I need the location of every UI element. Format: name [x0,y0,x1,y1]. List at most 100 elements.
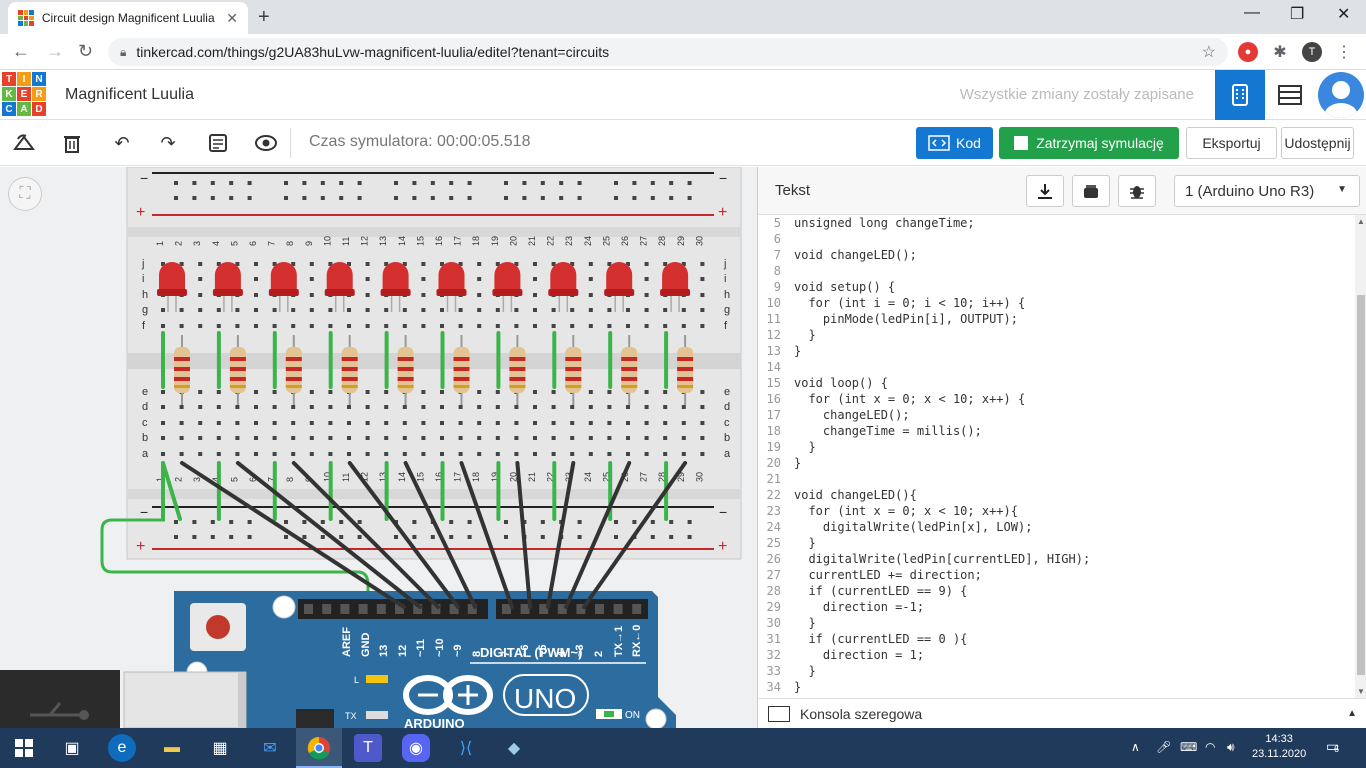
notes-icon[interactable] [206,132,230,154]
volume-icon[interactable]: 🔊︎ [1227,740,1235,755]
code-line[interactable]: 34} [758,679,1355,695]
scroll-up-icon[interactable]: ▲ [1357,217,1365,226]
code-scrollbar[interactable]: ▲ ▼ [1355,215,1366,698]
code-line[interactable]: 27 currentLED += direction; [758,567,1355,583]
code-line[interactable]: 20} [758,455,1355,471]
windows-start-icon[interactable] [10,734,38,762]
code-line[interactable]: 16 for (int x = 0; x < 10; x++) { [758,391,1355,407]
minimize-icon[interactable]: — [1244,4,1260,22]
scroll-down-icon[interactable]: ▼ [1357,687,1365,696]
microphone-icon[interactable]: 🎤︎ [1156,740,1171,754]
export-button[interactable]: Eksportuj [1186,127,1277,159]
browser-tab[interactable]: Circuit design Magnificent Luulia ✕ [8,2,248,34]
chrome-icon[interactable] [305,734,333,762]
code-line[interactable]: 31 if (currentLED == 0 ){ [758,631,1355,647]
forward-icon[interactable]: → [46,41,64,62]
code-line[interactable]: 11 pinMode(ledPin[i], OUTPUT); [758,311,1355,327]
code-line[interactable]: 32 direction = 1; [758,647,1355,663]
profile-avatar[interactable]: T [1302,42,1322,62]
download-icon[interactable] [1026,175,1064,207]
reset-button-cap[interactable] [206,615,230,639]
code-line[interactable]: 25 } [758,535,1355,551]
share-button[interactable]: Udostępnij [1281,127,1354,159]
code-line[interactable]: 30 } [758,615,1355,631]
device-select[interactable]: 1 (Arduino Uno R3) ▼ [1174,175,1360,207]
code-button[interactable]: Kod [916,127,993,159]
redo-icon[interactable]: ↷ [156,132,180,154]
breadboard-hole [179,452,184,456]
pin-label: AREF [341,627,353,657]
vscode-icon[interactable]: ⟩⟨ [452,734,480,762]
code-line[interactable]: 18 changeTime = millis(); [758,423,1355,439]
tinkercad-logo[interactable]: TIN KER CAD [2,72,46,118]
file-explorer-icon[interactable]: ▬ [158,734,186,762]
circuit-canvas[interactable]: ⛶ − − + + − − + + 1122334455667788991010… [0,167,757,728]
code-line[interactable]: 7 void changeLED(); [758,247,1355,263]
omnibox[interactable]: 🔒︎ tinkercad.com/things/g2UA83huLvw-magn… [108,38,1228,66]
wifi-icon[interactable]: ◠ [1205,740,1215,754]
input-method-icon[interactable]: ⌨ [1180,740,1197,754]
app-icon[interactable]: ◆ [500,734,528,762]
restore-icon[interactable]: ❐ [1290,4,1304,24]
library-icon[interactable] [1072,175,1110,207]
scrollbar-thumb[interactable] [1357,295,1365,675]
code-line[interactable]: 22 void changeLED(){ [758,487,1355,503]
code-line[interactable]: 5 unsigned long changeTime; [758,215,1355,231]
code-line[interactable]: 14 [758,359,1355,375]
code-line[interactable]: 23 for (int x = 0; x < 10; x++){ [758,503,1355,519]
circuit-view-button[interactable] [1215,70,1265,120]
delete-icon[interactable] [60,132,84,154]
task-view-icon[interactable]: ▣ [58,734,86,762]
visibility-eye-icon[interactable] [254,132,278,154]
tray-chevron-up-icon[interactable]: ∧ [1131,740,1140,754]
edge-icon[interactable]: e [108,734,136,762]
code-line[interactable]: 19 } [758,439,1355,455]
code-line[interactable]: 21 [758,471,1355,487]
rotate-icon[interactable] [12,132,36,154]
code-line[interactable]: 6 [758,231,1355,247]
browser-menu-icon[interactable]: ⋮ [1334,42,1354,62]
project-name[interactable]: Magnificent Luulia [65,86,194,104]
reload-icon[interactable]: ↻ [78,41,93,62]
breadboard-hole [440,405,444,409]
back-icon[interactable]: ← [12,41,30,62]
code-line[interactable]: 24 digitalWrite(ledPin[x], LOW); [758,519,1355,535]
code-editor[interactable]: 5 unsigned long changeTime; 6 7 void changeL… [758,215,1355,698]
code-line[interactable]: 9 void setup() { [758,279,1355,295]
user-avatar[interactable] [1318,72,1364,118]
extensions-puzzle-icon[interactable]: ✱ [1270,42,1290,62]
notifications-icon[interactable]: ▭ 6 [1326,738,1339,755]
component-list-button[interactable] [1265,70,1315,120]
stop-simulation-button[interactable]: Zatrzymaj symulację [999,127,1179,159]
tab-close-icon[interactable]: ✕ [226,10,238,27]
arduino-uno[interactable]: AREF GND 13 12 ~11 ~10 ~9 8 7 ~6 ~5 4 ~3 2 TX→1 RX←0 DI… [174,591,676,728]
code-line[interactable]: 8 [758,263,1355,279]
undo-icon[interactable]: ↶ [110,132,134,154]
teams-icon[interactable]: T [354,734,382,762]
code-line[interactable]: 26 digitalWrite(ledPin[currentLED], HIGH… [758,551,1355,567]
pin-label: ~9 [452,644,464,657]
code-mode-label[interactable]: Tekst [775,182,810,199]
code-text: } [794,456,802,470]
chevron-up-icon[interactable]: ▲ [1347,708,1357,719]
bookmark-star-icon[interactable]: ☆ [1202,42,1216,62]
serial-monitor-bar[interactable]: Konsola szeregowa ▲ [758,698,1366,728]
code-line[interactable]: 33 } [758,663,1355,679]
code-line[interactable]: 17 changeLED(); [758,407,1355,423]
code-line[interactable]: 10 for (int i = 0; i < 10; i++) { [758,295,1355,311]
store-icon[interactable]: ▦ [206,734,234,762]
new-tab-icon[interactable]: + [258,6,270,29]
mail-icon[interactable]: ✉ [256,734,284,762]
code-line[interactable]: 28 if (currentLED == 9) { [758,583,1355,599]
code-line[interactable]: 15 void loop() { [758,375,1355,391]
debugger-bug-icon[interactable] [1118,175,1156,207]
system-clock[interactable]: 14:33 23.11.2020 [1252,732,1306,762]
code-text: } [794,664,816,678]
header-pin [340,604,350,614]
discord-icon[interactable]: ◉ [402,734,430,762]
window-close-icon[interactable]: ✕ [1337,4,1350,24]
code-line[interactable]: 13} [758,343,1355,359]
code-line[interactable]: 29 direction =-1; [758,599,1355,615]
code-line[interactable]: 12 } [758,327,1355,343]
extension-shield-icon[interactable]: ● [1238,42,1258,62]
